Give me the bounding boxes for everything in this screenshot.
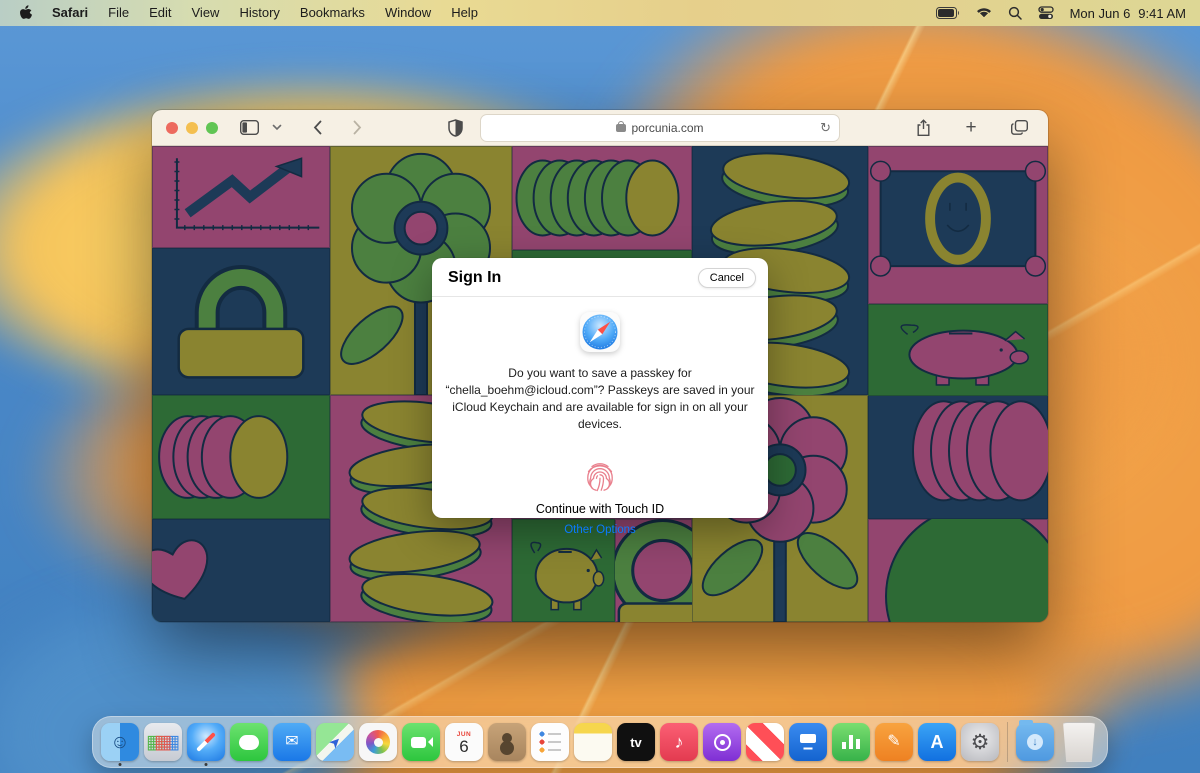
dock-news-icon[interactable] xyxy=(746,723,784,761)
tile-line-chart xyxy=(152,146,330,248)
dock-launchpad-icon[interactable]: ▦ xyxy=(144,723,182,761)
dock-trash-icon[interactable] xyxy=(1059,722,1099,762)
dock-divider xyxy=(1007,722,1008,762)
control-center-icon[interactable] xyxy=(1038,6,1054,20)
menu-date[interactable]: Mon Jun 6 xyxy=(1070,6,1131,21)
safari-app-icon xyxy=(579,311,621,353)
wifi-icon[interactable] xyxy=(976,7,992,19)
safari-window: porcunia.com ↻ + Sign In Cancel xyxy=(152,110,1048,622)
menu-help[interactable]: Help xyxy=(441,0,488,26)
dock-podcasts-icon[interactable] xyxy=(703,723,741,761)
running-indicator xyxy=(205,763,208,766)
music-glyph: ♪ xyxy=(675,733,684,751)
safari-toolbar: porcunia.com ↻ + xyxy=(152,110,1048,146)
spotlight-search-icon[interactable] xyxy=(1008,6,1022,20)
other-options-link[interactable]: Other Options xyxy=(564,524,636,536)
dock-appstore-icon[interactable]: A xyxy=(918,723,956,761)
dock-photos-icon[interactable] xyxy=(359,723,397,761)
sidebar-chevron-icon[interactable] xyxy=(264,115,290,141)
tile-coin-roll-green xyxy=(512,146,692,250)
share-icon[interactable] xyxy=(910,115,936,141)
web-page-mosaic: Sign In Cancel xyxy=(152,146,1048,622)
running-indicator xyxy=(119,763,122,766)
tile-heart xyxy=(152,519,330,622)
menu-bookmarks[interactable]: Bookmarks xyxy=(290,0,375,26)
continue-with-touch-id-label: Continue with Touch ID xyxy=(536,502,664,516)
dock-safari-icon[interactable] xyxy=(187,723,225,761)
tile-green-circle xyxy=(868,519,1048,622)
dock-tv-icon[interactable]: tv xyxy=(617,723,655,761)
lock-icon xyxy=(616,124,626,132)
cancel-button[interactable]: Cancel xyxy=(698,268,756,288)
menu-edit[interactable]: Edit xyxy=(139,0,181,26)
finder-glyph: ☺ xyxy=(110,733,129,752)
appstore-glyph: A xyxy=(931,733,944,751)
menu-time[interactable]: 9:41 AM xyxy=(1138,6,1186,21)
privacy-report-icon[interactable] xyxy=(442,115,468,141)
tile-dollar-bill xyxy=(868,146,1048,304)
maps-glyph: ➤ xyxy=(326,733,344,751)
tile-coin-roll-navy xyxy=(868,395,1048,519)
dock-notes-icon[interactable] xyxy=(574,723,612,761)
reload-icon[interactable]: ↻ xyxy=(820,120,831,136)
menu-view[interactable]: View xyxy=(182,0,230,26)
dock-contacts-icon[interactable] xyxy=(488,723,526,761)
menu-bar: Safari File Edit View History Bookmarks … xyxy=(0,0,1200,26)
dock-music-icon[interactable]: ♪ xyxy=(660,723,698,761)
tv-glyph: tv xyxy=(630,736,642,749)
calendar-day-label: 6 xyxy=(459,738,468,756)
menu-file[interactable]: File xyxy=(98,0,139,26)
pages-glyph: ✎ xyxy=(887,734,900,750)
dock-facetime-icon[interactable] xyxy=(402,723,440,761)
dock-maps-icon[interactable]: ➤ xyxy=(316,723,354,761)
dock-messages-icon[interactable] xyxy=(230,723,268,761)
downloads-glyph: ↓ xyxy=(1027,734,1043,750)
forward-button[interactable] xyxy=(344,115,370,141)
dock-pages-icon[interactable]: ✎ xyxy=(875,723,913,761)
address-bar[interactable]: porcunia.com ↻ xyxy=(480,114,840,142)
sidebar-toggle-icon[interactable] xyxy=(236,115,262,141)
desktop: Safari File Edit View History Bookmarks … xyxy=(0,0,1200,773)
new-tab-button[interactable]: + xyxy=(958,115,984,141)
dialog-title: Sign In xyxy=(448,269,501,287)
dock-settings-icon[interactable]: ⚙ xyxy=(961,723,999,761)
close-window-button[interactable] xyxy=(166,122,178,134)
menu-safari[interactable]: Safari xyxy=(42,0,98,26)
dock-downloads-icon[interactable]: ↓ xyxy=(1016,723,1054,761)
tab-overview-icon[interactable] xyxy=(1006,115,1032,141)
menu-window[interactable]: Window xyxy=(375,0,441,26)
dock-finder-icon[interactable]: ☺ xyxy=(101,723,139,761)
zoom-window-button[interactable] xyxy=(206,122,218,134)
battery-icon[interactable] xyxy=(936,7,960,19)
dialog-message: Do you want to save a passkey for “chell… xyxy=(444,365,756,433)
passkey-dialog: Sign In Cancel xyxy=(432,258,768,518)
mail-glyph: ✉ xyxy=(285,734,298,750)
dock-mail-icon[interactable]: ✉ xyxy=(273,723,311,761)
launchpad-glyph: ▦ xyxy=(154,733,172,752)
dock-calendar-icon[interactable]: JUN6 xyxy=(445,723,483,761)
dock-reminders-icon[interactable] xyxy=(531,723,569,761)
tile-coin-roll-end xyxy=(152,395,330,519)
tile-padlock-navy xyxy=(152,248,330,395)
dock-keynote-icon[interactable] xyxy=(789,723,827,761)
menu-history[interactable]: History xyxy=(229,0,289,26)
settings-glyph: ⚙ xyxy=(971,732,990,753)
back-button[interactable] xyxy=(304,115,330,141)
address-text: porcunia.com xyxy=(631,121,703,135)
minimize-window-button[interactable] xyxy=(186,122,198,134)
dock-numbers-icon[interactable] xyxy=(832,723,870,761)
tile-piggy-magenta xyxy=(868,304,1048,396)
touch-id-fingerprint-icon xyxy=(582,457,618,493)
window-controls xyxy=(162,122,226,134)
apple-menu-icon[interactable] xyxy=(10,5,42,21)
dock: ☺ ▦ ✉ ➤ JUN6 tv ♪ ✎ A ⚙ ↓ xyxy=(92,716,1108,768)
